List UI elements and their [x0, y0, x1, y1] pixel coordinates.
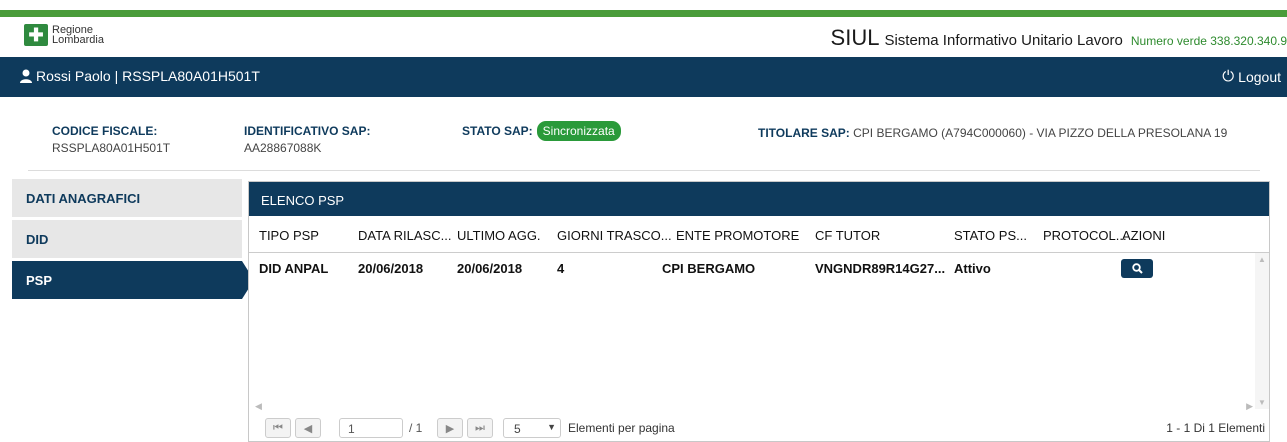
psp-panel: ELENCO PSP TIPO PSP DATA RILASC... ULTIM…: [248, 181, 1270, 442]
titolare-label: TITOLARE SAP:: [758, 126, 850, 140]
cf-value: RSSPLA80A01H501T: [52, 141, 171, 155]
scroll-down-icon[interactable]: ▼: [1258, 398, 1266, 407]
chevron-down-icon: ▼: [547, 422, 556, 432]
regione-logo-text: Regione Lombardia: [52, 25, 104, 46]
top-strip: [0, 0, 1287, 17]
divider: [28, 170, 1260, 171]
column-header[interactable]: ENTE PROMOTORE: [676, 228, 799, 243]
column-header[interactable]: PROTOCOL...: [1043, 228, 1127, 243]
column-header[interactable]: DATA RILASC...: [358, 228, 451, 243]
cf-label: CODICE FISCALE:: [52, 124, 158, 138]
table-cell: DID ANPAL: [259, 261, 329, 276]
column-header[interactable]: ULTIMO AGG.: [457, 228, 541, 243]
sidebar-item-did[interactable]: DID: [12, 220, 242, 258]
pager-summary: 1 - 1 Di 1 Elementi: [1166, 421, 1265, 435]
next-page-button[interactable]: ▶: [437, 418, 463, 438]
codice-fiscale: CODICE FISCALE: RSSPLA80A01H501T: [52, 124, 170, 155]
column-header: AZIONI: [1122, 228, 1166, 243]
sidebar-item-dati-anagrafici[interactable]: DATI ANAGRAFICI: [12, 179, 242, 217]
stato-label: STATO SAP:: [462, 124, 533, 138]
power-icon: ⏻: [1222, 68, 1235, 85]
sap-value: AA28867088K: [244, 141, 322, 155]
page-input[interactable]: 1: [339, 418, 403, 438]
column-header[interactable]: TIPO PSP: [259, 228, 319, 243]
logout-label: Logout: [1238, 68, 1281, 85]
sidebar-item-label: DID: [26, 232, 49, 247]
table-header: TIPO PSP DATA RILASC... ULTIMO AGG. GIOR…: [249, 216, 1269, 253]
sidebar-item-label: DATI ANAGRAFICI: [26, 191, 141, 206]
page-size-label: Elementi per pagina: [568, 421, 675, 435]
scroll-left-icon[interactable]: ◀: [255, 401, 262, 412]
titolare-sap: TITOLARE SAP: CPI BERGAMO (A794C000060) …: [758, 124, 1263, 142]
page-size-select[interactable]: 5 ▼: [503, 418, 561, 438]
table-cell: VNGNDR89R14G27...: [815, 261, 946, 276]
sidebar: DATI ANAGRAFICI DID PSP: [12, 179, 254, 302]
scroll-up-icon[interactable]: ▲: [1258, 255, 1266, 264]
table-cell: Attivo: [954, 261, 991, 276]
sap-label: IDENTIFICATIVO SAP:: [244, 124, 371, 138]
user-info: Rossi Paolo | RSSPLA80A01H501T: [20, 68, 260, 84]
last-page-button[interactable]: ⏭: [467, 418, 493, 438]
app-title-long: Sistema Informativo Unitario Lavoro: [884, 32, 1123, 49]
user-bar: Rossi Paolo | RSSPLA80A01H501T ⏻ Logout: [0, 57, 1287, 97]
panel-title: ELENCO PSP: [249, 182, 1269, 216]
regione-logo[interactable]: ✚ Regione Lombardia: [24, 24, 104, 46]
green-bar: [0, 10, 1287, 17]
column-header[interactable]: STATO PS...: [954, 228, 1027, 243]
page-size-value: 5: [514, 422, 521, 436]
table-cell: 20/06/2018: [358, 261, 424, 276]
status-badge: Sincronizzata: [536, 121, 621, 141]
header: ✚ Regione Lombardia SIUL Sistema Informa…: [0, 17, 1287, 57]
user-name: Rossi Paolo | RSSPLA80A01H501T: [36, 68, 260, 84]
regione-logo-icon: ✚: [24, 24, 48, 46]
titolare-value: CPI BERGAMO (A794C000060) - VIA PIZZO DE…: [853, 126, 1228, 140]
logout-button[interactable]: ⏻ Logout: [1222, 68, 1281, 85]
app-title: SIUL Sistema Informativo Unitario Lavoro…: [831, 25, 1287, 51]
vertical-scrollbar[interactable]: ▲ ▼: [1255, 253, 1269, 409]
table-cell: 20/06/2018: [457, 261, 523, 276]
sidebar-item-label: PSP: [26, 273, 53, 288]
numero-verde: Numero verde 338.320.340.9: [1130, 34, 1287, 48]
brand-line2: Lombardia: [52, 34, 104, 46]
sidebar-item-psp[interactable]: PSP: [12, 261, 254, 299]
first-page-button[interactable]: ⏮: [265, 418, 291, 438]
user-icon: [20, 69, 32, 83]
app-title-short: SIUL: [830, 25, 880, 50]
table-cell: 4: [557, 261, 565, 276]
view-detail-button[interactable]: [1121, 259, 1153, 278]
pager: ⏮ ◀ 1 / 1 ▶ ⏭ 5 ▼ Elementi per pagina 1 -…: [249, 416, 1269, 442]
table-cell: CPI BERGAMO: [662, 261, 756, 276]
search-icon: [1131, 263, 1143, 274]
table-row[interactable]: DID ANPAL 20/06/2018 20/06/2018 4 CPI BE…: [249, 253, 1255, 283]
stato-sap: STATO SAP: Sincronizzata: [462, 121, 621, 141]
prev-page-button[interactable]: ◀: [295, 418, 321, 438]
column-header[interactable]: CF TUTOR: [815, 228, 880, 243]
page-count: / 1: [409, 421, 423, 435]
horizontal-scrollbar[interactable]: ◀ ▶: [249, 400, 1255, 414]
identificativo-sap: IDENTIFICATIVO SAP: AA28867088K: [244, 124, 370, 155]
column-header[interactable]: GIORNI TRASCO...: [557, 228, 672, 243]
scroll-right-icon[interactable]: ▶: [1246, 401, 1253, 412]
